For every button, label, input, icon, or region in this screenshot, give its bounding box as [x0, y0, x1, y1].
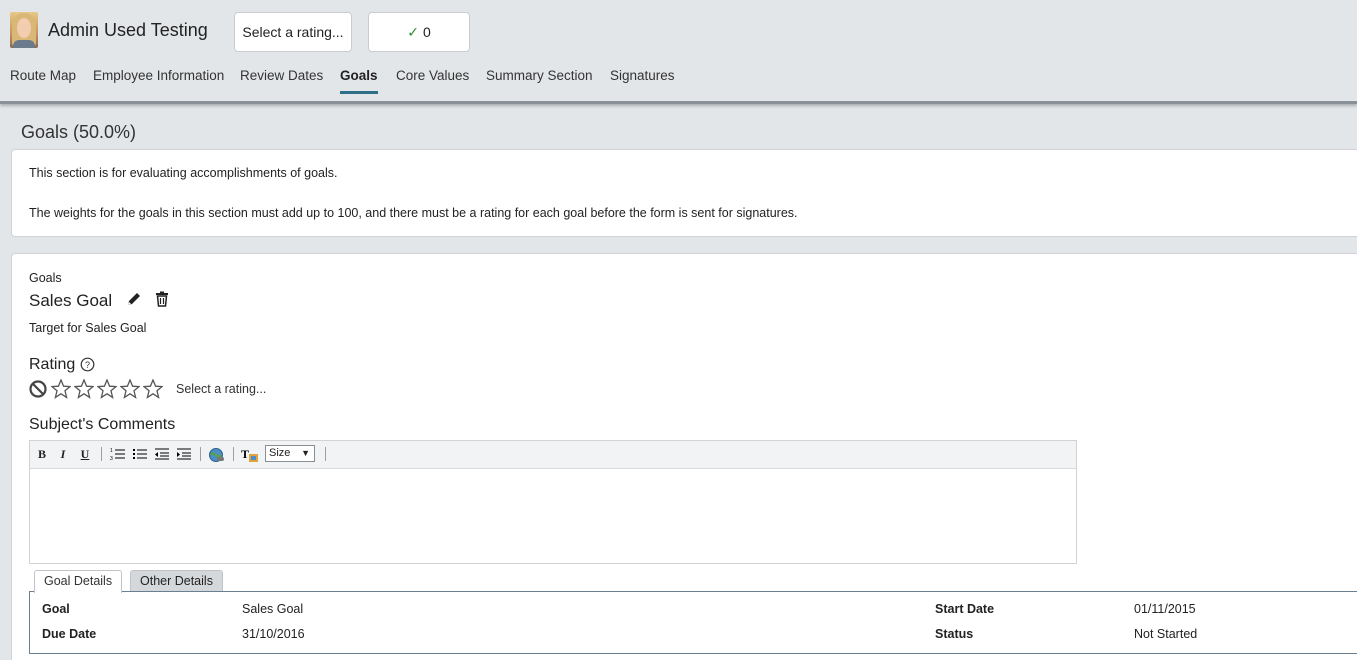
status-value: Not Started — [1134, 627, 1198, 641]
chevron-down-icon: ▼ — [301, 448, 310, 458]
tab-other-details[interactable]: Other Details — [130, 570, 223, 592]
editor-toolbar: B I U 13 T Size ▼ — [30, 441, 1076, 469]
ordered-list-icon[interactable]: 13 — [110, 447, 126, 463]
rating-placeholder: Select a rating... — [176, 382, 267, 396]
start-date-value: 01/11/2015 — [1134, 602, 1196, 616]
toolbar-separator — [233, 447, 234, 461]
no-rating-icon[interactable] — [29, 380, 47, 398]
toolbar-separator — [200, 447, 201, 461]
goal-card: Goals Sales Goal Target for Sales Goal R… — [11, 253, 1357, 660]
nav-goals[interactable]: Goals — [340, 68, 378, 94]
start-date-label: Start Date — [935, 602, 995, 616]
goal-details-panel: Goal Sales Goal Start Date 01/11/2015 Du… — [29, 591, 1357, 654]
pencil-icon[interactable] — [126, 291, 142, 307]
italic-button[interactable]: I — [57, 447, 69, 463]
star-icon[interactable] — [51, 379, 71, 399]
font-size-select[interactable]: Size ▼ — [265, 445, 315, 462]
nav-core-values[interactable]: Core Values — [396, 68, 469, 94]
completed-count-button[interactable]: ✓ 0 — [368, 12, 470, 52]
check-icon: ✓ — [407, 24, 419, 40]
intro-text: This section is for evaluating accomplis… — [29, 166, 338, 180]
goal-target: Target for Sales Goal — [29, 321, 147, 335]
comments-editor[interactable]: B I U 13 T Size ▼ — [29, 440, 1077, 564]
tab-goal-details[interactable]: Goal Details — [34, 570, 123, 593]
user-name: Admin Used Testing — [48, 20, 208, 40]
goal-label: Goal — [42, 602, 70, 616]
nav-summary-section[interactable]: Summary Section — [486, 68, 593, 94]
svg-text:1: 1 — [110, 448, 113, 454]
nav-review-dates[interactable]: Review Dates — [240, 68, 323, 94]
rating-label: Rating — [29, 356, 76, 373]
indent-icon[interactable] — [176, 447, 192, 463]
goals-group-label: Goals — [29, 271, 62, 285]
page-header: Admin Used Testing Select a rating... ✓ 0… — [0, 0, 1357, 104]
goal-value: Sales Goal — [242, 602, 304, 616]
star-icon[interactable] — [74, 379, 94, 399]
due-date-value: 31/10/2016 — [242, 627, 305, 641]
completed-count: 0 — [422, 24, 431, 40]
nav-signatures[interactable]: Signatures — [610, 68, 675, 94]
text-color-icon[interactable]: T — [241, 447, 259, 463]
underline-button[interactable]: U — [79, 447, 91, 463]
goal-name: Sales Goal — [29, 291, 113, 310]
comments-label: Subject's Comments — [29, 416, 176, 433]
nav-route-map[interactable]: Route Map — [10, 68, 76, 94]
bold-button[interactable]: B — [36, 447, 48, 463]
overall-rating-select[interactable]: Select a rating... — [234, 12, 352, 52]
nav-employee-information[interactable]: Employee Information — [93, 68, 224, 94]
star-icon[interactable] — [120, 379, 140, 399]
star-icon[interactable] — [143, 379, 163, 399]
status-label: Status — [935, 627, 974, 641]
due-date-label: Due Date — [42, 627, 97, 641]
font-size-value: Size — [269, 447, 291, 459]
link-icon[interactable] — [208, 447, 225, 463]
outdent-icon[interactable] — [154, 447, 170, 463]
weights-note: The weights for the goals in this sectio… — [29, 206, 798, 220]
intro-card: This section is for evaluating accomplis… — [11, 149, 1357, 237]
trash-icon[interactable] — [154, 291, 170, 307]
toolbar-separator — [325, 447, 326, 461]
help-icon[interactable]: ? — [80, 357, 95, 372]
star-icon[interactable] — [97, 379, 117, 399]
svg-text:?: ? — [85, 360, 90, 370]
svg-text:3: 3 — [110, 456, 113, 461]
avatar[interactable] — [10, 12, 38, 48]
section-title: Goals (50.0%) — [21, 122, 137, 142]
toolbar-separator — [101, 447, 102, 461]
svg-text:T: T — [241, 447, 249, 461]
bullet-list-icon[interactable] — [132, 447, 148, 463]
